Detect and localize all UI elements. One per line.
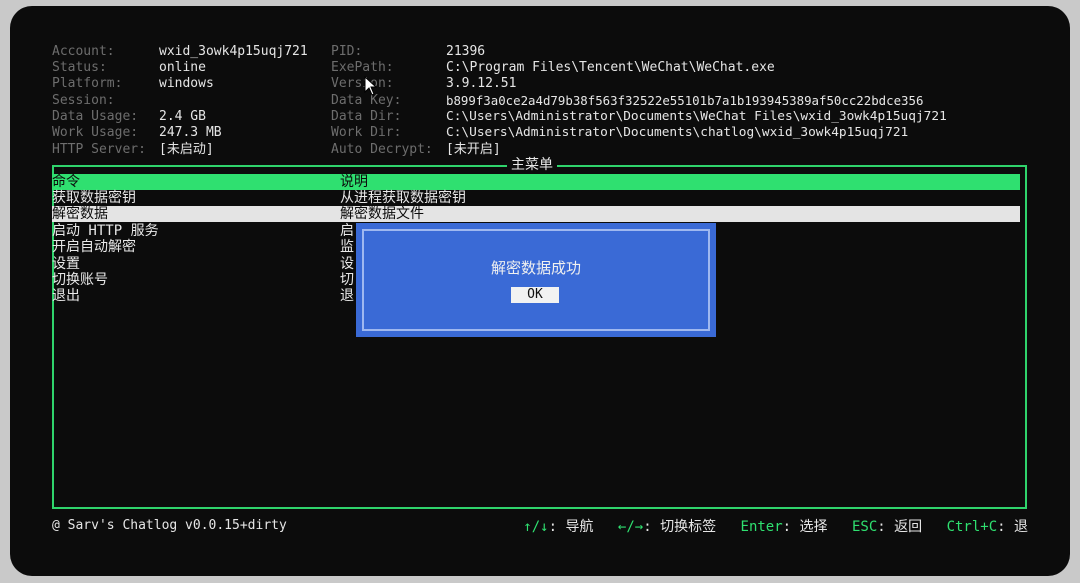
status-label: Status: [52,60,107,75]
hint-desc: : 导航 [548,519,594,535]
data-dir-label: Data Dir: [331,109,402,124]
hint-desc: : 退 [997,519,1028,535]
success-dialog: 解密数据成功 OK [356,223,716,337]
dialog-message: 解密数据成功 [490,259,581,277]
auto-decrypt-label: Auto Decrypt: [331,142,433,157]
data-key-value: b899f3a0ce2a4d79b38f563f32522e55101b7a1b… [446,93,924,108]
menu-item-command: 退出 [52,288,80,304]
version-value: 3.9.12.51 [446,76,517,91]
hint-select: Enter: 选择 [741,519,828,535]
hint-key: Enter [740,519,783,535]
keyboard-hints: ↑/↓: 导航 ←/→: 切换标签 Enter: 选择 ESC: 返回 Ctrl… [507,516,1028,536]
menu-item-description: 启 [340,223,354,239]
auto-decrypt-value: [未开启] [446,142,501,157]
menu-item-get-key[interactable]: 获取数据密钥 从进程获取数据密钥 [52,190,1020,206]
pid-label: PID: [331,44,363,59]
status-value: online [159,60,206,75]
menu-item-description: 退 [340,288,354,304]
menu-item-description: 切 [340,272,354,288]
account-label: Account: [52,44,115,59]
hint-navigate: ↑/↓: 导航 [523,519,593,535]
hint-desc: : 切换标签 [643,519,717,535]
platform-value: windows [159,76,214,91]
platform-label: Platform: [52,76,123,91]
work-usage-value: 247.3 MB [159,125,222,140]
menu-item-description: 设 [340,256,354,272]
menu-item-command: 获取数据密钥 [52,190,136,206]
app-version-label: @ Sarv's Chatlog v0.0.15+dirty [52,518,287,533]
hint-desc: : 返回 [877,519,923,535]
menu-item-command: 开启自动解密 [52,239,136,255]
menu-header-row: 命令 说明 [52,174,1020,190]
data-usage-value: 2.4 GB [159,109,206,124]
pid-value: 21396 [446,44,486,59]
ok-button[interactable]: OK [511,287,559,303]
exepath-label: ExePath: [331,60,394,75]
main-menu-title: 主菜单 [507,156,557,174]
http-server-label: HTTP Server: [52,142,146,157]
session-label: Session: [52,93,115,108]
work-dir-label: Work Dir: [331,125,402,140]
hint-quit: Ctrl+C: 退 [947,519,1028,535]
terminal-window: Account: wxid_3owk4p15uqj721 Status: onl… [10,6,1070,576]
exepath-value: C:\Program Files\Tencent\WeChat\WeChat.e… [446,60,775,75]
menu-item-description: 从进程获取数据密钥 [340,190,466,206]
version-label: Version: [331,76,394,91]
hint-key: Ctrl+C [946,519,998,535]
hint-key: ESC [851,519,878,535]
data-dir-value: C:\Users\Administrator\Documents\WeChat … [446,109,947,124]
data-usage-label: Data Usage: [52,109,139,124]
hint-switch-tab: ←/→: 切换标签 [618,519,716,535]
command-column-header: 命令 [52,174,80,190]
dialog-border [362,229,710,331]
work-usage-label: Work Usage: [52,125,139,140]
http-server-value: [未启动] [159,142,214,157]
account-value: wxid_3owk4p15uqj721 [159,44,308,59]
work-dir-value: C:\Users\Administrator\Documents\chatlog… [446,125,909,140]
hint-back: ESC: 返回 [852,519,922,535]
menu-item-decrypt[interactable]: 解密数据 解密数据文件 [52,206,1020,222]
menu-item-command: 设置 [52,256,80,272]
menu-item-command: 解密数据 [52,206,108,222]
menu-item-description: 监 [340,239,354,255]
hint-key: ↑/↓ [523,519,549,535]
hint-desc: : 选择 [782,519,828,535]
description-column-header: 说明 [340,174,368,190]
hint-key: ←/→ [617,519,644,535]
mouse-cursor-icon [364,76,378,96]
menu-item-command: 切换账号 [52,272,108,288]
menu-item-description: 解密数据文件 [340,206,424,222]
menu-item-command: 启动 HTTP 服务 [52,223,159,239]
